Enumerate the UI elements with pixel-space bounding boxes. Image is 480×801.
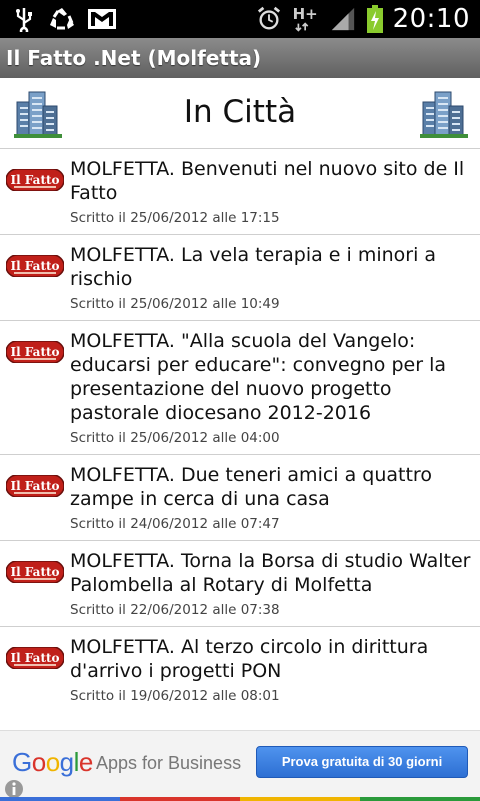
usb-icon (16, 8, 32, 32)
article-headline: MOLFETTA. Torna la Borsa di studio Walte… (70, 550, 471, 596)
il-fatto-logo: Il Fatto (6, 561, 64, 583)
svg-text:Il Fatto: Il Fatto (10, 651, 59, 665)
article-headline: MOLFETTA. Al terzo circolo in dirittura … (70, 636, 429, 682)
recycle-icon (50, 8, 74, 30)
il-fatto-logo: Il Fatto (6, 475, 64, 497)
alarm-icon (257, 6, 280, 30)
article-headline: MOLFETTA. La vela terapia e i minori a r… (70, 244, 437, 290)
article-date: Scritto il 22/06/2012 alle 07:38 (70, 602, 280, 618)
ad-product: Apps for Business (96, 753, 242, 773)
app-title-bar: Il Fatto .Net (Molfetta) (0, 38, 480, 79)
svg-text:Il Fatto: Il Fatto (10, 345, 59, 359)
article-headline: MOLFETTA. Benvenuti nel nuovo sito de Il… (70, 158, 465, 204)
network-type-icon: H+ (293, 5, 319, 33)
section-title: In Città (183, 94, 297, 130)
ad-cta-button[interactable]: Prova gratuita di 30 giorni (256, 746, 468, 778)
article-item[interactable]: Il Fatto MOLFETTA. Due teneri amici a qu… (0, 454, 480, 540)
ad-color-stripe (0, 797, 480, 801)
city-buildings-icon[interactable] (420, 88, 470, 138)
article-headline: MOLFETTA. Due teneri amici a quattro zam… (70, 464, 432, 510)
article-date: Scritto il 19/06/2012 alle 08:01 (70, 688, 280, 704)
section-header: In Città (0, 78, 480, 150)
svg-text:Il Fatto: Il Fatto (10, 173, 59, 187)
status-bar: H+ 20:10 (0, 0, 480, 38)
article-item[interactable]: Il Fatto MOLFETTA. Benvenuti nel nuovo s… (0, 148, 480, 234)
gmail-icon (88, 9, 116, 29)
article-item[interactable]: Il Fatto MOLFETTA. La vela terapia e i m… (0, 234, 480, 320)
article-date: Scritto il 25/06/2012 alle 10:49 (70, 296, 280, 312)
google-logo: Google (12, 747, 93, 777)
il-fatto-logo: Il Fatto (6, 255, 64, 277)
clock: 20:10 (392, 4, 470, 34)
svg-text:Il Fatto: Il Fatto (10, 565, 59, 579)
il-fatto-logo: Il Fatto (6, 647, 64, 669)
article-headline: MOLFETTA. "Alla scuola del Vangelo: educ… (70, 330, 446, 424)
app-title: Il Fatto .Net (Molfetta) (6, 46, 262, 70)
article-date: Scritto il 24/06/2012 alle 07:47 (70, 516, 280, 532)
article-list: Il Fatto MOLFETTA. Benvenuti nel nuovo s… (0, 148, 480, 712)
il-fatto-logo: Il Fatto (6, 169, 64, 191)
ad-banner[interactable]: Google Apps for Business Prova gratuita … (0, 730, 480, 801)
battery-charging-icon (366, 5, 383, 33)
article-item[interactable]: Il Fatto MOLFETTA. Torna la Borsa di stu… (0, 540, 480, 626)
info-icon[interactable] (4, 779, 24, 799)
article-item[interactable]: Il Fatto MOLFETTA. Al terzo circolo in d… (0, 626, 480, 712)
article-item[interactable]: Il Fatto MOLFETTA. "Alla scuola del Vang… (0, 320, 480, 454)
il-fatto-logo: Il Fatto (6, 341, 64, 363)
article-date: Scritto il 25/06/2012 alle 04:00 (70, 430, 280, 446)
svg-text:Il Fatto: Il Fatto (10, 259, 59, 273)
article-date: Scritto il 25/06/2012 alle 17:15 (70, 210, 280, 226)
svg-text:Il Fatto: Il Fatto (10, 479, 59, 493)
signal-icon (331, 7, 354, 31)
